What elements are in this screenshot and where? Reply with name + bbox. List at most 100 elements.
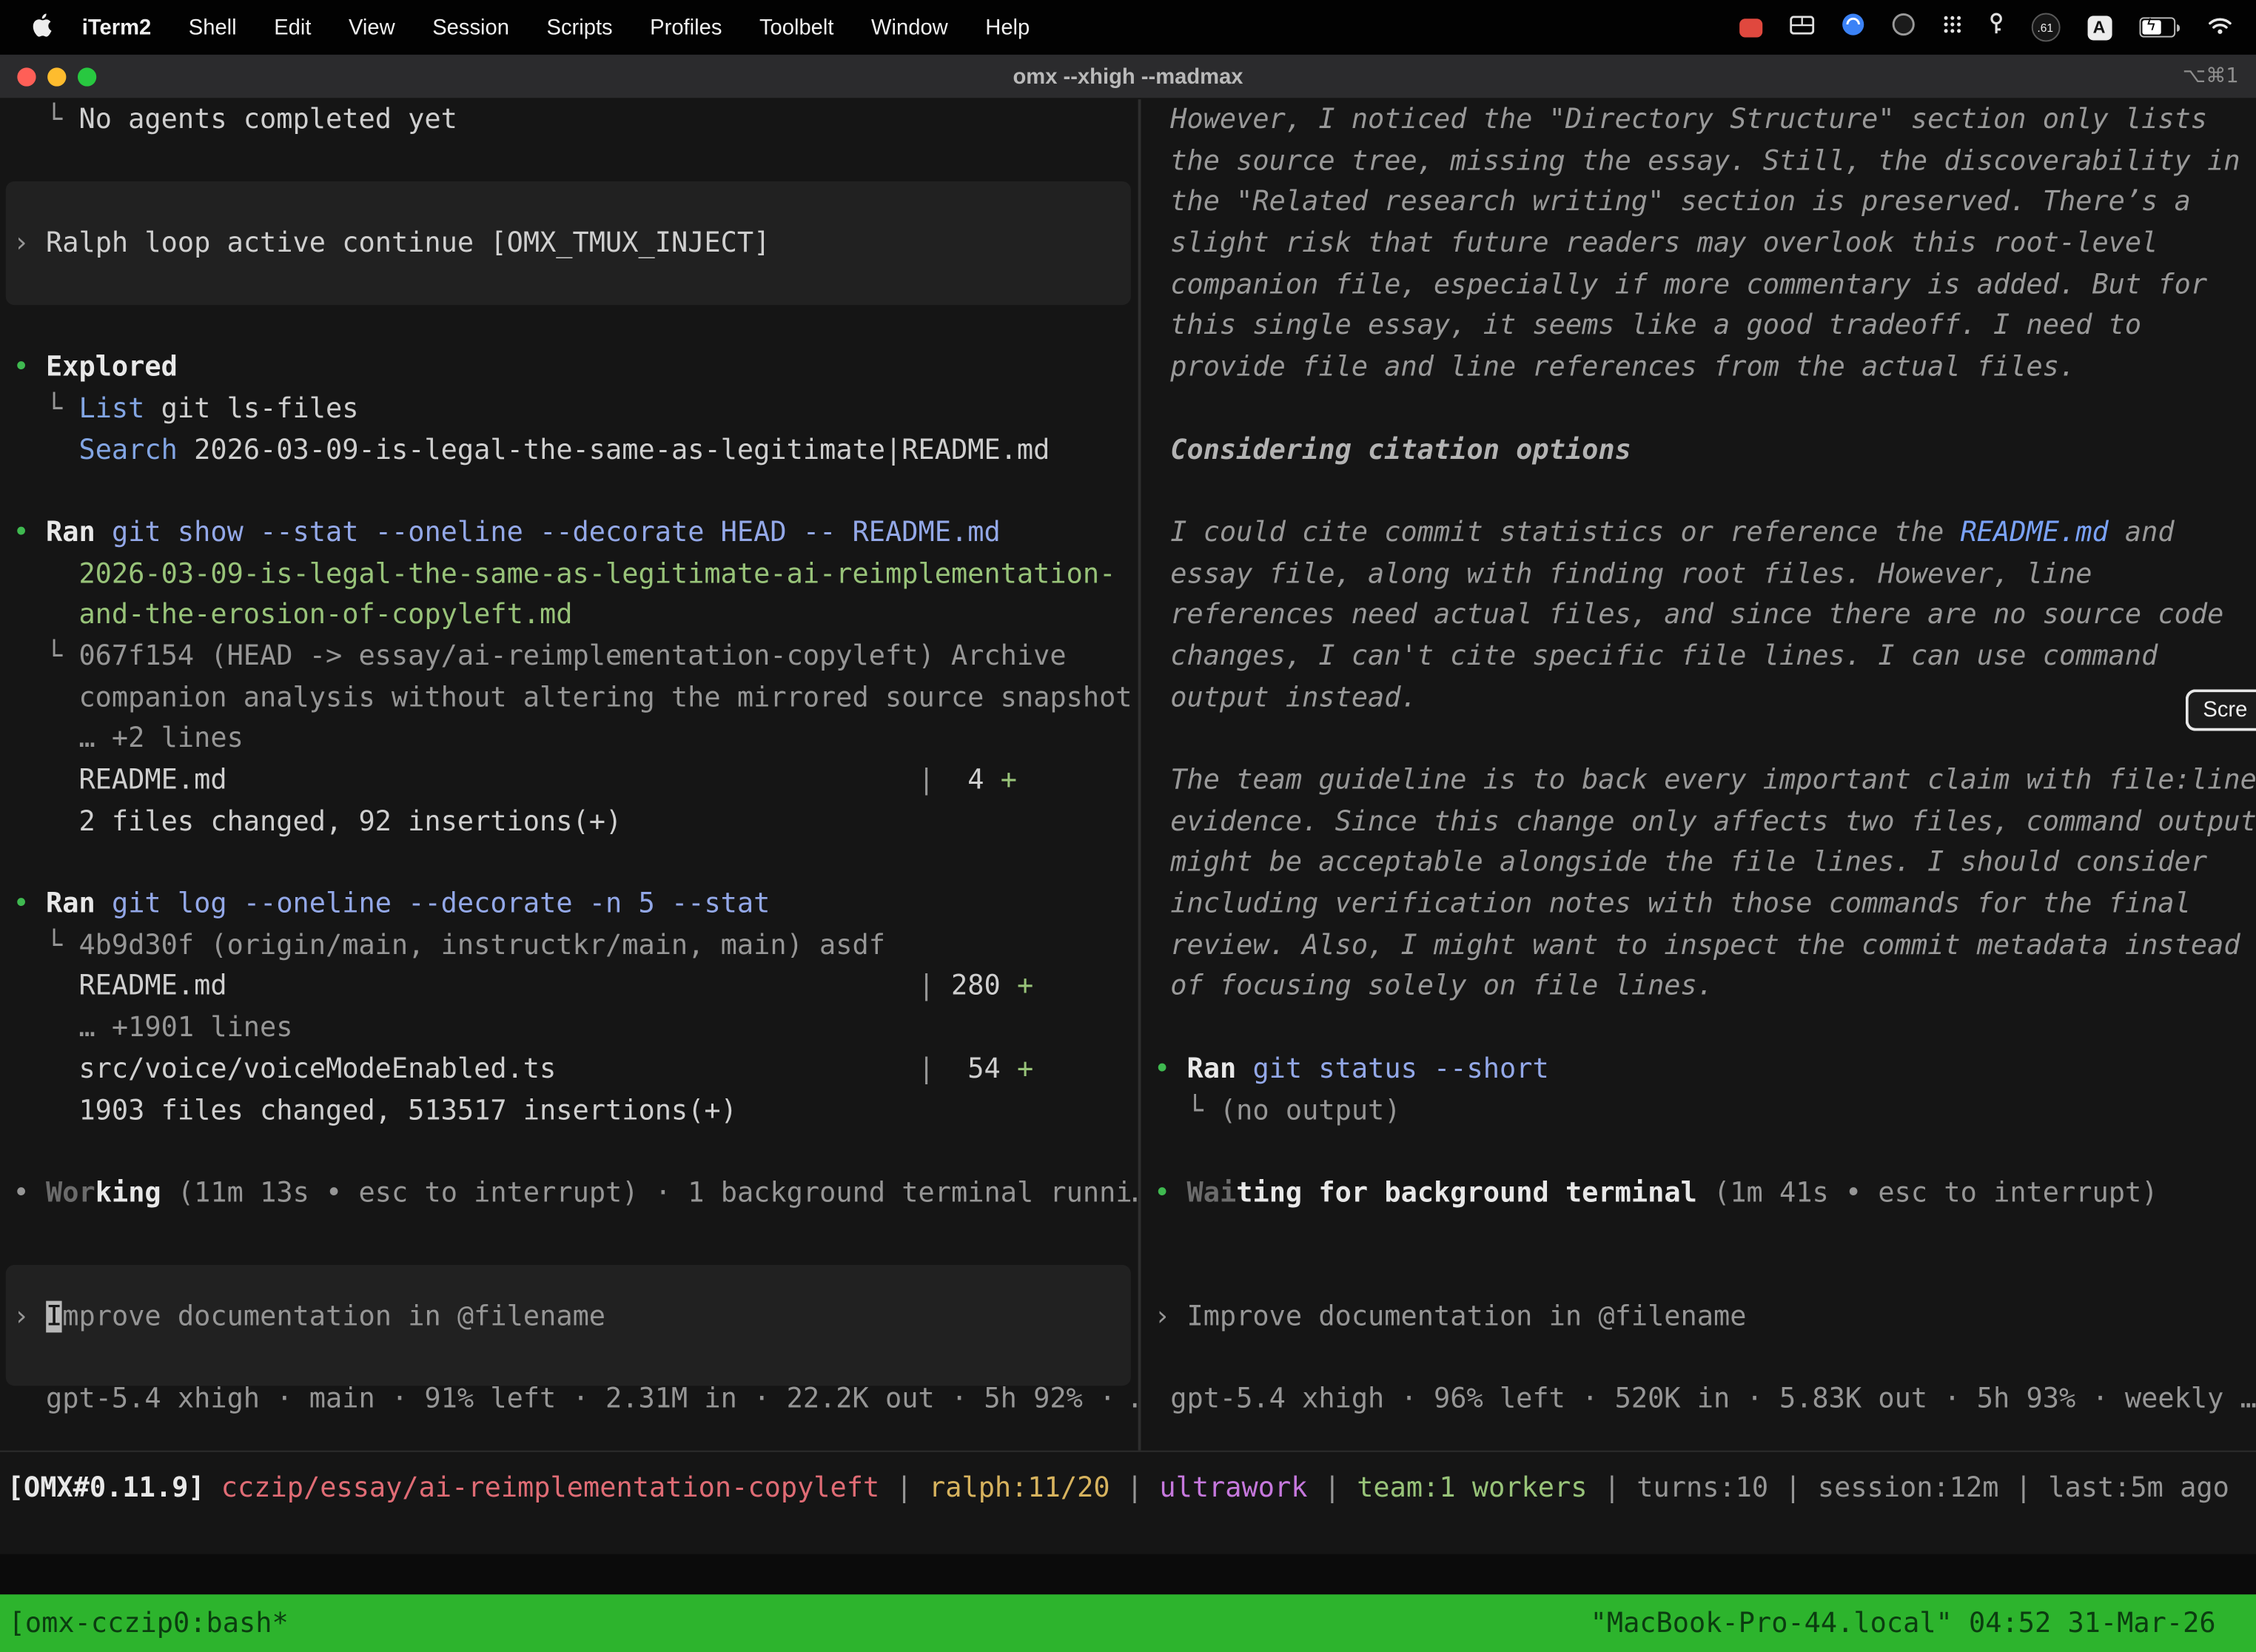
terminal-line bbox=[1154, 471, 2256, 512]
omx-status-line: [OMX#0.11.9] cczip/essay/ai-reimplementa… bbox=[7, 1471, 2256, 1506]
screen-button[interactable]: Scre bbox=[2186, 689, 2256, 731]
terminal-line: Considering citation options bbox=[1154, 429, 2256, 471]
terminal-line: gpt-5.4 xhigh · main · 91% left · 2.31M … bbox=[13, 1379, 1138, 1420]
terminal-line bbox=[13, 182, 1138, 224]
terminal-line: essay file, along with finding root file… bbox=[1154, 554, 2256, 595]
terminal-line: and-the-erosion-of-copyleft.md bbox=[13, 594, 1138, 636]
terminal-line bbox=[13, 471, 1138, 512]
terminal-line: 1903 files changed, 513517 insertions(+) bbox=[13, 1090, 1138, 1132]
screen-recording-icon[interactable] bbox=[1739, 18, 1762, 36]
terminal-line: gpt-5.4 xhigh · 96% left · 520K in · 5.8… bbox=[1154, 1379, 2256, 1420]
terminal-line: README.md | 4 + bbox=[13, 760, 1138, 802]
terminal-line: evidence. Since this change only affects… bbox=[1154, 801, 2256, 842]
terminal-line: … +2 lines bbox=[13, 719, 1138, 760]
battery-icon[interactable]: ϟ bbox=[2139, 17, 2180, 37]
input-source-icon[interactable]: A bbox=[2087, 15, 2112, 39]
terminal-line: output instead. bbox=[1154, 677, 2256, 719]
terminal-line: [OMX#0.11.9] cczip/essay/ai-reimplementa… bbox=[7, 1471, 2256, 1506]
terminal-line: src/voice/voiceModeEnabled.ts | 54 + bbox=[13, 1049, 1138, 1090]
menu-item-shell[interactable]: Shell bbox=[170, 15, 255, 39]
terminal-line: • Explored bbox=[13, 347, 1138, 389]
omx-status-bar: [OMX#0.11.9] cczip/essay/ai-reimplementa… bbox=[0, 1452, 2256, 1554]
terminal-panes: └ No agents completed yet › Ralph loop ac… bbox=[0, 99, 2256, 1452]
terminal-line bbox=[1154, 1132, 2256, 1173]
terminal-line bbox=[1154, 1214, 2256, 1255]
terminal-line: • Ran git log --oneline --decorate -n 5 … bbox=[13, 884, 1138, 925]
terminal-line bbox=[1154, 1337, 2256, 1379]
terminal-line: Search 2026-03-09-is-legal-the-same-as-l… bbox=[13, 429, 1138, 471]
terminal-line bbox=[13, 1132, 1138, 1173]
terminal-line: review. Also, I might want to inspect th… bbox=[1154, 925, 2256, 967]
terminal-line: changes, I can't cite specific file line… bbox=[1154, 636, 2256, 677]
right-pane-lines: However, I noticed the "Directory Struct… bbox=[1154, 99, 2256, 1420]
menu-item-scripts[interactable]: Scripts bbox=[528, 15, 631, 39]
terminal-line: of focusing solely on file lines. bbox=[1154, 966, 2256, 1007]
terminal-line bbox=[1154, 1255, 2256, 1297]
terminal-line: including verification notes with those … bbox=[1154, 884, 2256, 925]
menu-item-view[interactable]: View bbox=[330, 15, 414, 39]
screen: iTerm2ShellEditViewSessionScriptsProfile… bbox=[0, 0, 2256, 1652]
terminal-line: └ 067f154 (HEAD -> essay/ai-reimplementa… bbox=[13, 636, 1138, 677]
menu-item-window[interactable]: Window bbox=[853, 15, 967, 39]
left-pane[interactable]: └ No agents completed yet › Ralph loop ac… bbox=[0, 99, 1141, 1451]
menu-item-iterm2[interactable]: iTerm2 bbox=[64, 15, 170, 39]
menu-item-toolbelt[interactable]: Toolbelt bbox=[741, 15, 853, 39]
battery-tip bbox=[2176, 24, 2180, 31]
browser-icon[interactable] bbox=[1841, 13, 1864, 41]
battery-meter-icon[interactable]: .61 bbox=[2031, 13, 2060, 41]
window-title: omx --xhigh --madmax bbox=[0, 64, 2256, 89]
tmux-status-bar: [omx-cczip0:bash* "MacBook-Pro-44.local"… bbox=[0, 1594, 2256, 1652]
terminal-line: companion file, especially if more comme… bbox=[1154, 264, 2256, 306]
terminal-line: • Waiting for background terminal (1m 41… bbox=[1154, 1172, 2256, 1214]
terminal-line: The team guideline is to back every impo… bbox=[1154, 760, 2256, 802]
terminal-line: 2 files changed, 92 insertions(+) bbox=[13, 801, 1138, 842]
menu-status-icons: .61 A ϟ bbox=[1739, 13, 2241, 41]
tmux-session-label: [omx-cczip0:bash* bbox=[9, 1608, 289, 1639]
terminal-line bbox=[1154, 719, 2256, 760]
terminal-line: … +1901 lines bbox=[13, 1007, 1138, 1049]
apple-menu[interactable] bbox=[20, 13, 63, 43]
terminal-line: references need actual files, and since … bbox=[1154, 594, 2256, 636]
terminal-line bbox=[13, 264, 1138, 306]
terminal-line: • Working (11m 13s • esc to interrupt) ·… bbox=[13, 1172, 1138, 1214]
key-icon[interactable] bbox=[1989, 13, 2003, 41]
terminal-line bbox=[13, 141, 1138, 182]
terminal-line: I could cite commit statistics or refere… bbox=[1154, 512, 2256, 554]
terminal-line: └ No agents completed yet bbox=[13, 99, 1138, 141]
right-pane[interactable]: However, I noticed the "Directory Struct… bbox=[1141, 99, 2256, 1451]
terminal-line: › Improve documentation in @filename bbox=[1154, 1297, 2256, 1338]
left-pane-lines: └ No agents completed yet › Ralph loop ac… bbox=[13, 99, 1138, 1420]
terminal-line: › Ralph loop active continue [OMX_TMUX_I… bbox=[13, 223, 1138, 264]
wifi-icon[interactable] bbox=[2207, 15, 2233, 39]
menu-item-edit[interactable]: Edit bbox=[255, 15, 330, 39]
terminal-line: 2026-03-09-is-legal-the-same-as-legitima… bbox=[13, 554, 1138, 595]
terminal-line: might be acceptable alongside the file l… bbox=[1154, 842, 2256, 884]
menu-bar: iTerm2ShellEditViewSessionScriptsProfile… bbox=[0, 0, 2256, 55]
menu-item-session[interactable]: Session bbox=[414, 15, 528, 39]
terminal-line: the "Related research writing" section i… bbox=[1154, 182, 2256, 224]
window-title-bar: omx --xhigh --madmax ⌥⌘1 bbox=[0, 55, 2256, 99]
app-grid-icon[interactable] bbox=[1941, 14, 1961, 40]
battery-body: ϟ bbox=[2139, 17, 2175, 37]
menu-item-help[interactable]: Help bbox=[967, 15, 1049, 39]
terminal-line bbox=[13, 1214, 1138, 1255]
terminal-line bbox=[1154, 1007, 2256, 1049]
terminal-line: However, I noticed the "Directory Struct… bbox=[1154, 99, 2256, 141]
terminal-line: the source tree, missing the essay. Stil… bbox=[1154, 141, 2256, 182]
terminal-line bbox=[13, 1337, 1138, 1379]
terminal-line bbox=[13, 842, 1138, 884]
terminal-line: slight risk that future readers may over… bbox=[1154, 223, 2256, 264]
menu-item-profiles[interactable]: Profiles bbox=[631, 15, 741, 39]
terminal-line bbox=[1154, 389, 2256, 430]
terminal-line: └ (no output) bbox=[1154, 1090, 2256, 1132]
terminal-line bbox=[13, 1255, 1138, 1297]
terminal-line: └ List git ls-files bbox=[13, 389, 1138, 430]
window-manager-icon[interactable] bbox=[1789, 15, 1813, 39]
terminal-line: README.md | 280 + bbox=[13, 966, 1138, 1007]
menu-items: iTerm2ShellEditViewSessionScriptsProfile… bbox=[64, 15, 1049, 39]
sphere-icon[interactable] bbox=[1891, 13, 1914, 41]
bottom-gap bbox=[0, 1554, 2256, 1594]
terminal-line: • Ran git status --short bbox=[1154, 1049, 2256, 1090]
terminal-line: › Improve documentation in @filename bbox=[13, 1297, 1138, 1338]
terminal-line: companion analysis without altering the … bbox=[13, 677, 1138, 719]
